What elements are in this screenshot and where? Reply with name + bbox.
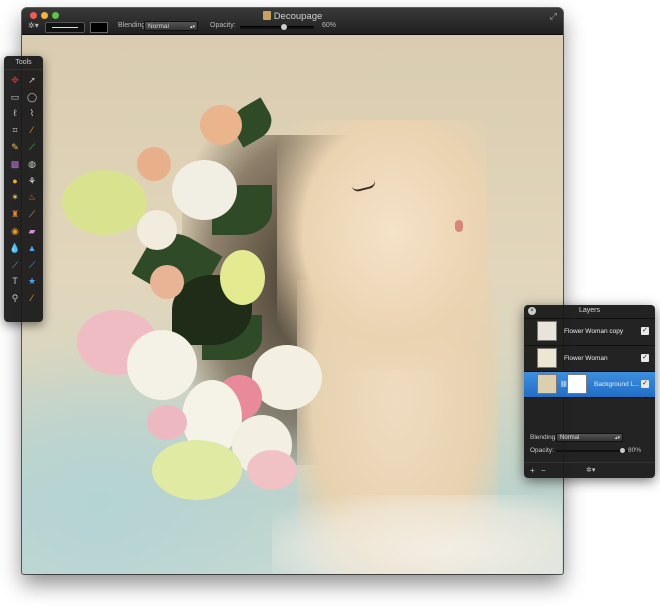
image-canvas[interactable] (22, 35, 563, 574)
layer-name: Flower Woman (564, 355, 608, 362)
layers-blending-select-value: Normal (560, 435, 580, 441)
layer-row-background[interactable]: ⛓ Background L... ✓ (524, 371, 655, 398)
layer-mask-thumbnail (567, 374, 587, 394)
layers-blending-select[interactable]: Normal ▴▾ (556, 433, 623, 442)
layer-thumbnail (537, 374, 557, 394)
blending-select-value: Normal (148, 23, 169, 30)
eraser-icon[interactable]: ▰ (24, 223, 40, 240)
blending-label: Blending: (118, 22, 148, 29)
tool-options-bar: ✲▾ Blending: Normal ▴▾ Opacity: 60% (22, 21, 563, 33)
polygon-lasso-icon[interactable]: ⌇ (24, 106, 40, 123)
canvas-flower (152, 440, 242, 500)
canvas-flower (252, 345, 322, 410)
canvas-flower (150, 265, 184, 299)
move-icon[interactable]: ✥ (7, 72, 23, 89)
blending-select[interactable]: Normal ▴▾ (144, 21, 198, 31)
layer-row-flower-woman[interactable]: Flower Woman ✓ (524, 345, 655, 372)
sharpen-icon[interactable]: ▲ (24, 240, 40, 257)
smudge-icon[interactable]: ● (7, 173, 23, 190)
rect-select-icon[interactable]: ▭ (7, 89, 23, 106)
opacity-slider[interactable] (240, 24, 314, 30)
titlebar: Decoupage ⤢ ✲▾ Blending: Normal ▴▾ Opacit… (22, 8, 563, 35)
tool-grid: ✥ ➚ ▭ ◯ ℓ ⌇ ⌗ ⁄ ✎ ⟋ ▩ ◍ ● ⚘ ✶ ♨ ♜ ⟋ ◉ ▰ 💧 ▲ ⟋ ⟋ T ★ ⚲ ⁄ (7, 72, 40, 307)
canvas-flower (137, 210, 177, 250)
arrow-icon[interactable]: ➚ (24, 72, 40, 89)
brush-stroke-preview (52, 27, 78, 28)
eyedropper-icon[interactable]: ⁄ (24, 122, 40, 139)
layers-opacity-label: Opacity: (530, 447, 554, 454)
layer-name: Background L... (594, 381, 640, 388)
patch-icon[interactable]: ⟋ (24, 206, 40, 223)
layers-opacity-value: 80% (627, 447, 641, 454)
select-arrows-icon: ▴▾ (189, 24, 195, 30)
layers-opacity-slider-knob[interactable] (620, 448, 626, 453)
layers-blending-label: Blending: (530, 434, 558, 441)
canvas-flower (62, 170, 147, 235)
gear-icon[interactable]: ✲▾ (586, 466, 595, 474)
text-icon[interactable]: T (7, 274, 23, 291)
layer-visibility-checkbox[interactable]: ✓ (641, 327, 649, 335)
red-eye-icon[interactable]: ◉ (7, 223, 23, 240)
opacity-value: 60% (322, 22, 337, 29)
document-icon (262, 11, 271, 20)
canvas-lips (455, 220, 463, 232)
opacity-label: Opacity: (210, 22, 236, 29)
layers-panel: × Layers Flower Woman copy ✓ Flower Woma… (524, 305, 655, 478)
layers-list-empty-area (524, 397, 655, 434)
brush-preview-button[interactable] (45, 22, 85, 33)
layer-name: Flower Woman copy (564, 328, 624, 335)
layer-thumbnail (537, 348, 557, 368)
remove-layer-icon[interactable]: − (541, 466, 546, 475)
main-window: Decoupage ⤢ ✲▾ Blending: Normal ▴▾ Opacit… (22, 8, 563, 574)
layer-visibility-checkbox[interactable]: ✓ (641, 380, 649, 388)
canvas-lace (272, 495, 562, 574)
color-picker-icon[interactable]: ⁄ (24, 290, 40, 307)
healing-brush-icon[interactable]: ✶ (7, 190, 23, 207)
shape-icon[interactable]: ★ (24, 274, 40, 291)
clone-stamp-icon[interactable]: ♜ (7, 206, 23, 223)
smudge-finger-icon[interactable]: ⟋ (7, 257, 23, 274)
brush-icon[interactable]: ⟋ (24, 139, 40, 156)
add-layer-icon[interactable]: + (530, 466, 535, 475)
zoom-icon[interactable]: ⚲ (7, 290, 23, 307)
canvas-flower (127, 330, 197, 400)
magic-wand-icon[interactable]: ⚘ (24, 173, 40, 190)
dodge-icon[interactable]: ⟋ (24, 257, 40, 274)
color-swatch[interactable] (90, 22, 108, 33)
gear-icon[interactable]: ✲▾ (28, 21, 39, 30)
select-arrows-icon: ▴▾ (614, 435, 620, 441)
tools-panel-title: Tools (4, 56, 43, 70)
tools-panel: Tools ✥ ➚ ▭ ◯ ℓ ⌇ ⌗ ⁄ ✎ ⟋ ▩ ◍ ● ⚘ ✶ ♨ ♜ ⟋ ◉ ▰ 💧 ▲ ⟋ ⟋ T ★ ⚲ ⁄ (4, 56, 43, 322)
canvas-flower (137, 147, 171, 181)
blur-icon[interactable]: 💧 (7, 240, 23, 257)
canvas-flower (147, 405, 187, 440)
gradient-icon[interactable]: ▩ (7, 156, 23, 173)
layers-footer: + − ✲▾ (524, 462, 655, 478)
canvas-face (277, 120, 487, 370)
ellipse-select-icon[interactable]: ◯ (24, 89, 40, 106)
lasso-icon[interactable]: ℓ (7, 106, 23, 123)
opacity-slider-knob[interactable] (281, 24, 288, 30)
canvas-flower (200, 105, 242, 145)
pencil-icon[interactable]: ✎ (7, 139, 23, 156)
canvas-flower (247, 450, 297, 490)
layer-row-flower-woman-copy[interactable]: Flower Woman copy ✓ (524, 318, 655, 345)
layer-visibility-checkbox[interactable]: ✓ (641, 354, 649, 362)
burn-icon[interactable]: ♨ (24, 190, 40, 207)
layers-panel-title: Layers (578, 307, 600, 314)
canvas-flower (172, 160, 237, 220)
crop-icon[interactable]: ⌗ (7, 122, 23, 139)
canvas-flower (220, 250, 265, 305)
fill-bucket-icon[interactable]: ◍ (24, 156, 40, 173)
layer-thumbnail (537, 321, 557, 341)
